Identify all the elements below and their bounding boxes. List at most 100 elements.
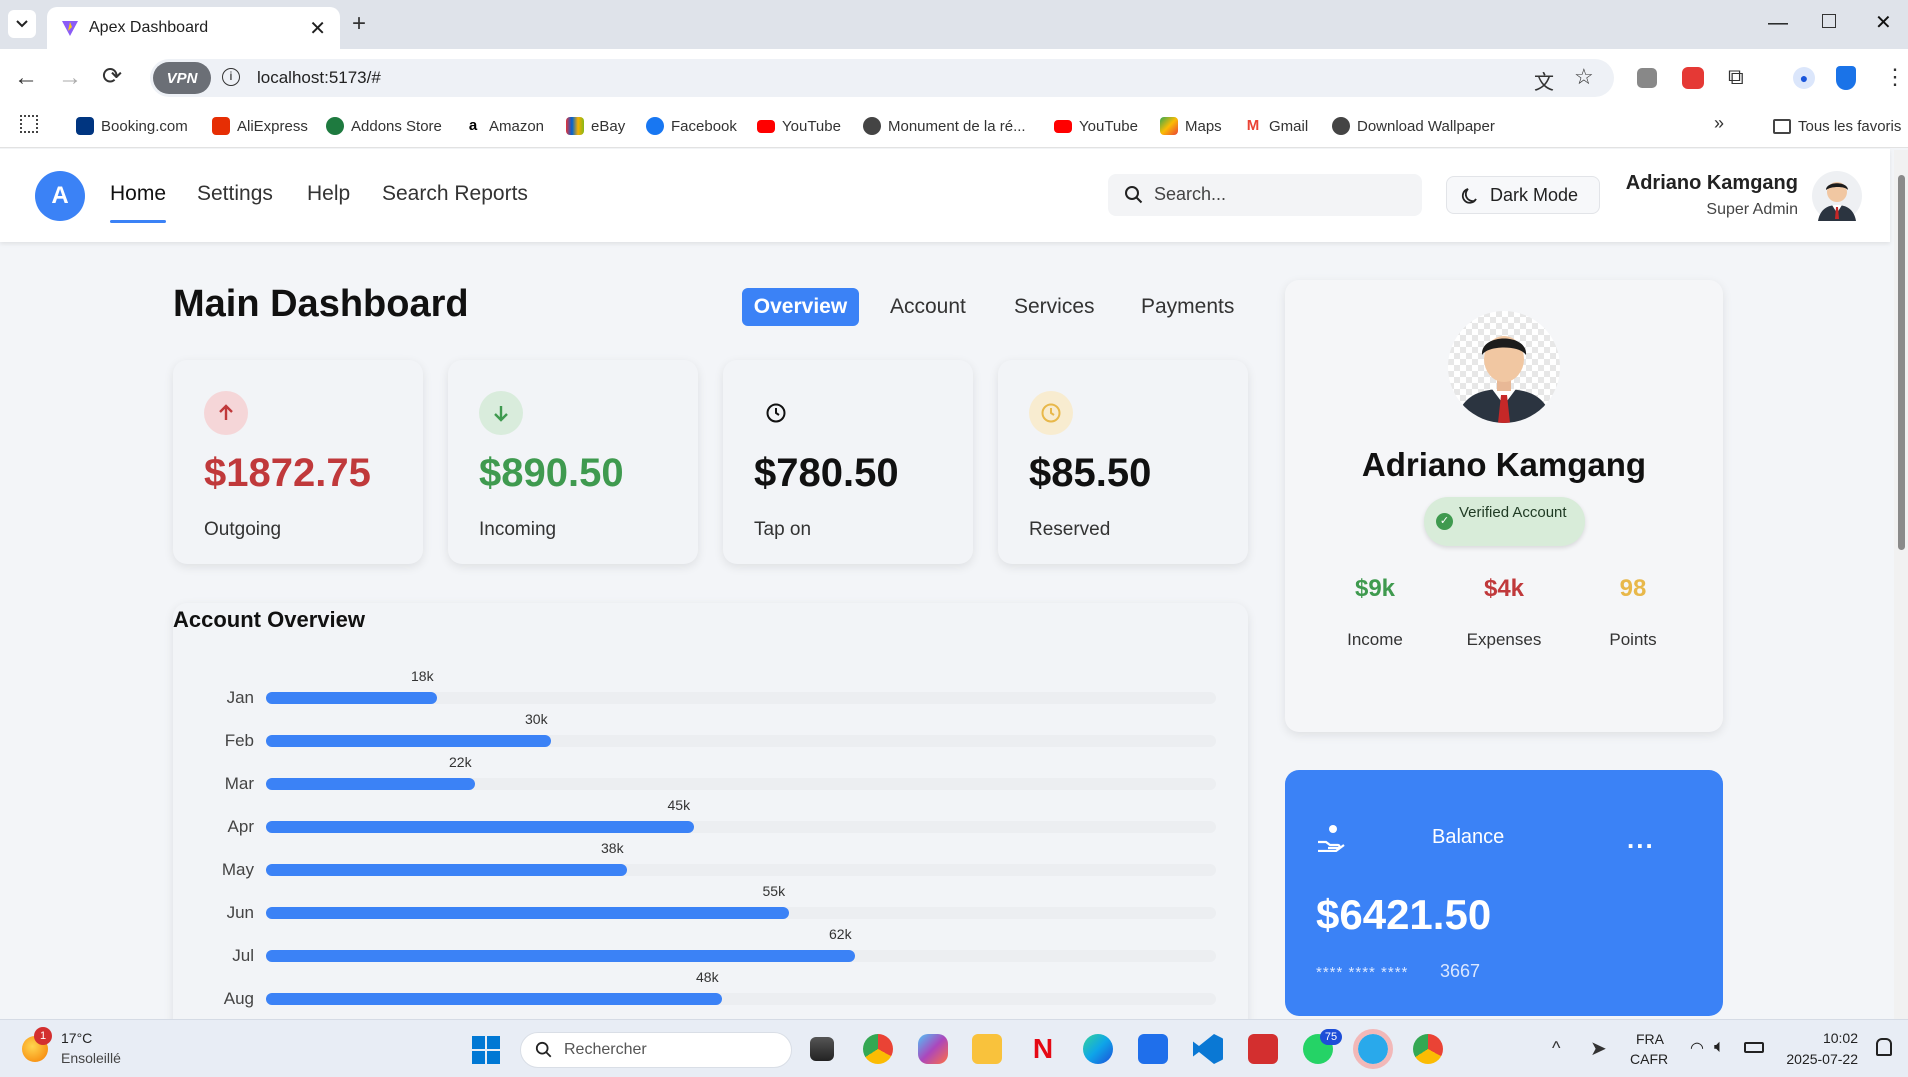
nav-settings[interactable]: Settings xyxy=(197,182,273,206)
stat-label: Incoming xyxy=(479,519,557,540)
nav-home[interactable]: Home xyxy=(110,182,166,206)
lang-top[interactable]: FRA xyxy=(1636,1031,1664,1047)
bookmark-wallpaper[interactable]: Download Wallpaper xyxy=(1332,114,1495,138)
bookmark-youtube-2[interactable]: YouTube xyxy=(1054,114,1138,138)
copilot-icon[interactable] xyxy=(918,1034,948,1064)
close-window-icon[interactable]: ✕ xyxy=(1875,10,1892,35)
chrome-alt-icon[interactable] xyxy=(1413,1034,1443,1064)
bookmark-label: eBay xyxy=(591,117,626,135)
security-extension-icon[interactable] xyxy=(1836,66,1856,90)
close-tab-icon[interactable]: ✕ xyxy=(309,16,326,41)
location-icon[interactable]: ➤ xyxy=(1590,1036,1607,1061)
clock-date[interactable]: 2025-07-22 xyxy=(1784,1051,1858,1067)
extension-adblock-icon[interactable] xyxy=(1682,67,1704,89)
bookmark-youtube[interactable]: YouTube xyxy=(757,114,841,138)
chart-value-label: 38k xyxy=(601,840,624,856)
new-tab-button[interactable]: + xyxy=(352,10,366,38)
app-header xyxy=(0,149,1890,242)
chart-category-label: May xyxy=(221,860,254,879)
header-avatar[interactable] xyxy=(1812,171,1862,221)
tab-overview[interactable]: Overview xyxy=(742,288,859,326)
tab-payments[interactable]: Payments xyxy=(1129,288,1246,326)
chart-bar-track xyxy=(266,993,1216,1005)
app-logo[interactable]: A xyxy=(35,171,85,221)
translate-icon[interactable]: 文 xyxy=(1534,66,1554,95)
bookmark-label: YouTube xyxy=(782,117,841,135)
nav-search-reports[interactable]: Search Reports xyxy=(382,182,528,206)
site-info-icon[interactable]: i xyxy=(222,68,240,86)
url-text[interactable]: localhost:5173/# xyxy=(257,68,381,88)
tab-list-button[interactable] xyxy=(8,10,36,38)
bookmark-label: Amazon xyxy=(489,117,545,135)
restore-window-icon[interactable] xyxy=(1822,14,1836,28)
notification-bell-icon[interactable] xyxy=(1876,1038,1892,1056)
task-view-icon[interactable] xyxy=(810,1037,834,1061)
bookmark-star-icon[interactable]: ☆ xyxy=(1574,64,1594,90)
youtube-icon xyxy=(757,119,775,133)
bookmark-ebay[interactable]: eBay xyxy=(566,114,625,138)
metric-income-label: Income xyxy=(1347,630,1403,649)
nav-help[interactable]: Help xyxy=(307,182,350,206)
bookmark-monument[interactable]: Monument de la ré... xyxy=(863,114,1026,138)
bookmark-label: AliExpress xyxy=(237,117,308,135)
file-explorer-icon[interactable] xyxy=(972,1034,1002,1064)
tab-services[interactable]: Services xyxy=(1002,288,1107,326)
arrow-down-icon xyxy=(479,391,523,435)
windows-start-icon[interactable] xyxy=(472,1036,500,1064)
back-icon[interactable]: ← xyxy=(14,64,38,92)
more-bookmarks-icon[interactable]: » xyxy=(1714,113,1724,134)
chart-category-label: Mar xyxy=(224,774,254,793)
apps-grid-icon[interactable] xyxy=(20,115,38,133)
battery-icon[interactable] xyxy=(1744,1042,1764,1053)
chart-value-label: 48k xyxy=(696,969,719,985)
bookmark-addons[interactable]: Addons Store xyxy=(326,114,442,138)
chart-value-label: 45k xyxy=(667,797,691,813)
bookmark-amazon[interactable]: a Amazon xyxy=(464,114,544,138)
youtube-icon xyxy=(1054,119,1072,133)
minimize-window-icon[interactable]: — xyxy=(1768,12,1788,35)
extensions-puzzle-icon[interactable]: ⧉ xyxy=(1728,64,1744,90)
stat-label: Reserved xyxy=(1029,519,1111,540)
globe-icon xyxy=(1332,117,1350,135)
stat-card-incoming: $890.50 Incoming xyxy=(448,360,698,564)
bookmark-maps[interactable]: Maps xyxy=(1160,114,1222,138)
netflix-icon[interactable]: N xyxy=(1028,1034,1058,1064)
extension-shield-icon[interactable] xyxy=(1637,68,1657,88)
bookmark-label: Booking.com xyxy=(101,117,188,135)
clock-time[interactable]: 10:02 xyxy=(1786,1030,1858,1046)
profile-icon[interactable]: ● xyxy=(1793,67,1815,89)
store-icon[interactable] xyxy=(1138,1034,1168,1064)
balance-menu-icon[interactable]: ... xyxy=(1627,824,1655,855)
bookmark-booking[interactable]: Booking.com xyxy=(76,114,188,138)
bookmark-aliexpress[interactable]: AliExpress xyxy=(212,114,308,138)
folder-icon xyxy=(1773,118,1791,134)
balance-title: Balance xyxy=(1432,826,1505,848)
vpn-badge[interactable]: VPN xyxy=(153,62,211,94)
wifi-icon[interactable]: ◠ xyxy=(1690,1038,1704,1058)
edge-icon[interactable] xyxy=(1083,1034,1113,1064)
chart-bar xyxy=(266,778,475,790)
tray-chevron-icon[interactable]: ^ xyxy=(1552,1038,1560,1059)
clock-icon xyxy=(754,391,798,435)
chart-bar xyxy=(266,864,627,876)
verified-label: Verified Account xyxy=(1459,504,1567,521)
chart-bar xyxy=(266,950,855,962)
acrobat-icon[interactable] xyxy=(1248,1034,1278,1064)
bookmark-gmail[interactable]: M Gmail xyxy=(1244,114,1308,138)
bookmark-facebook[interactable]: Facebook xyxy=(646,114,737,138)
reload-icon[interactable]: ⟳ xyxy=(102,62,122,91)
telegram-icon[interactable] xyxy=(1353,1029,1393,1069)
taskbar-search[interactable] xyxy=(520,1032,792,1068)
tab-account[interactable]: Account xyxy=(878,288,978,326)
all-bookmarks-folder[interactable]: Tous les favoris xyxy=(1773,114,1901,138)
forward-icon[interactable]: → xyxy=(58,64,82,92)
chrome-icon[interactable] xyxy=(863,1034,893,1064)
dark-mode-label: Dark Mode xyxy=(1490,185,1579,205)
stat-amount: $890.50 xyxy=(479,451,624,495)
volume-icon[interactable]: 🔈︎ xyxy=(1714,1036,1725,1057)
scrollbar-thumb[interactable] xyxy=(1898,175,1905,550)
browser-tab-active[interactable]: Apex Dashboard ✕ xyxy=(47,7,340,49)
stat-card-outgoing: $1872.75 Outgoing xyxy=(173,360,423,564)
lang-bottom[interactable]: CAFR xyxy=(1630,1051,1668,1067)
browser-menu-icon[interactable]: ⋮ xyxy=(1884,64,1906,90)
